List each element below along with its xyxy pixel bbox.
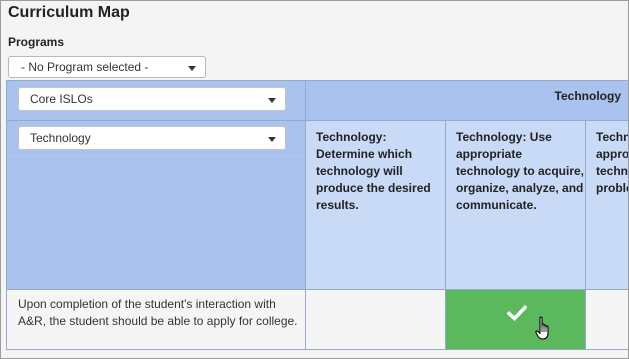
- subcategory-select-cell: Technology: [7, 121, 306, 290]
- outcome-header-3: Technology: Use appropriate technology t…: [586, 121, 629, 290]
- curriculum-grid: Core ISLOs Technology Technology Technol…: [6, 80, 629, 350]
- hand-pointer-icon: [535, 316, 549, 340]
- row-label-text: Upon completion of the student's interac…: [18, 297, 298, 328]
- outcome-header-text: Technology: Use appropriate technology t…: [456, 130, 585, 212]
- outcome-header-1: Technology: Determine which technology w…: [306, 121, 446, 290]
- outcome-header-2: Technology: Use appropriate technology t…: [446, 121, 586, 290]
- table-row-label: Upon completion of the student's interac…: [7, 290, 306, 350]
- page-title: Curriculum Map: [8, 4, 130, 21]
- chevron-down-icon: [188, 66, 196, 71]
- mapping-cell[interactable]: [586, 290, 628, 350]
- curriculum-map-panel: Curriculum Map Programs - No Program sel…: [0, 0, 629, 359]
- group-header-title: Technology: [554, 89, 621, 103]
- subcategory-select-value: Technology: [30, 131, 91, 145]
- category-select-value: Core ISLOs: [30, 92, 93, 106]
- outcome-header-text: Technology: Determine which technology w…: [316, 130, 431, 212]
- header-divider: [7, 156, 305, 157]
- checkmark-icon: [507, 305, 527, 321]
- chevron-down-icon: [268, 98, 276, 103]
- group-header-cell: Technology: [306, 81, 628, 121]
- program-select-value: - No Program selected -: [21, 60, 149, 74]
- programs-label: Programs: [8, 35, 65, 49]
- mapping-cell[interactable]: [306, 290, 446, 350]
- outcome-header-text: Technology: Use appropriate technology t…: [596, 130, 629, 195]
- category-select[interactable]: Core ISLOs: [18, 87, 286, 111]
- subcategory-select[interactable]: Technology: [18, 126, 286, 150]
- category-select-cell: Core ISLOs: [7, 81, 306, 121]
- chevron-down-icon: [268, 137, 276, 142]
- program-select[interactable]: - No Program selected -: [8, 56, 206, 78]
- mapping-cell-checked[interactable]: [446, 290, 586, 350]
